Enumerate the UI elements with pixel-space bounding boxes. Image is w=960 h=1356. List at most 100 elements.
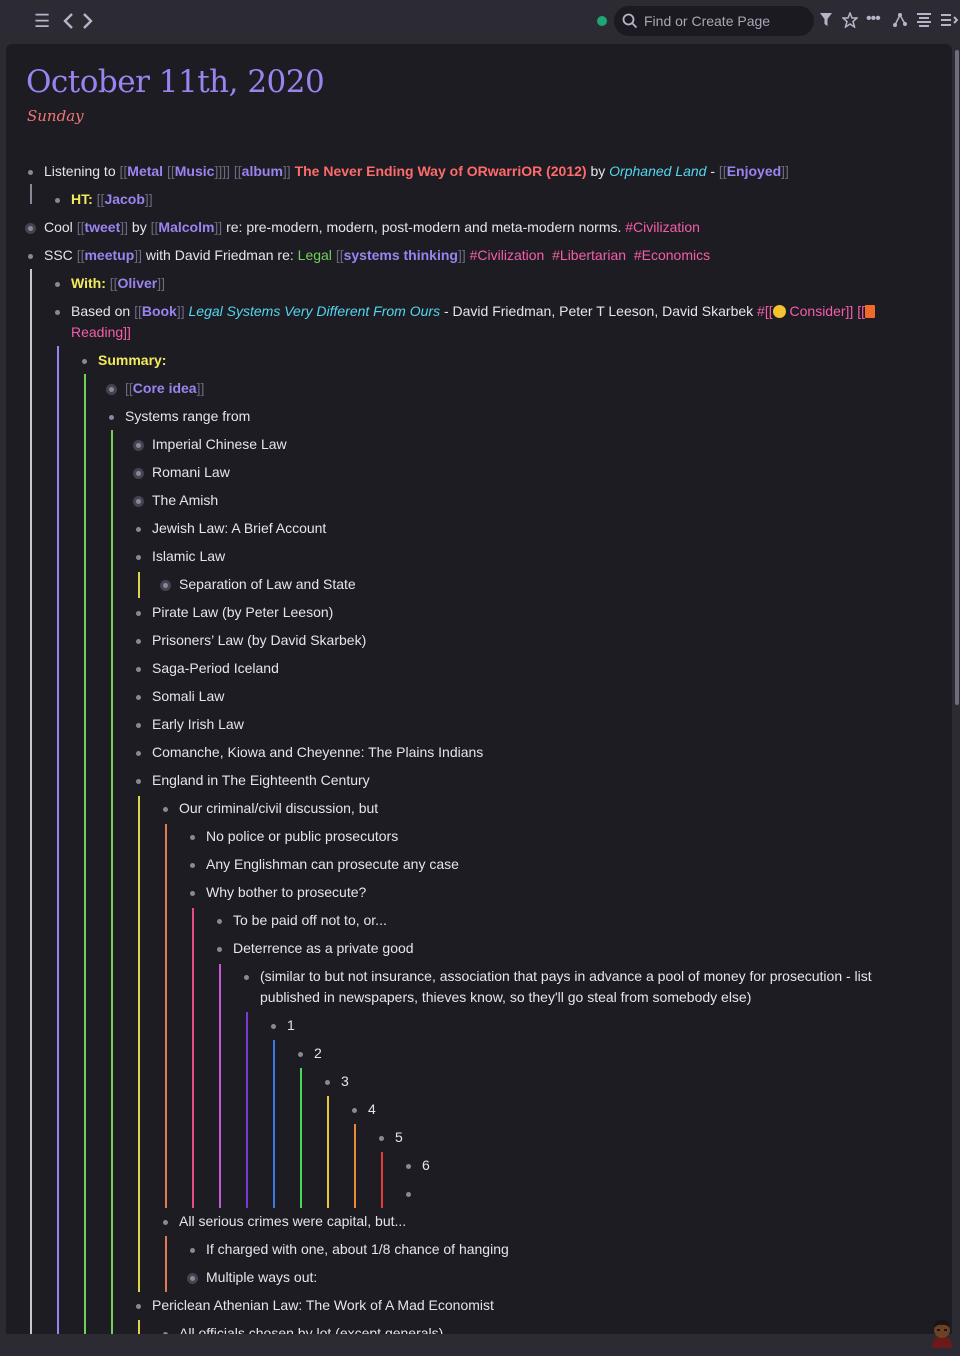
block-bullet[interactable] (190, 1248, 195, 1253)
chevron-right-icon[interactable] (82, 12, 94, 30)
list-item[interactable]: 5 (395, 1127, 403, 1148)
block-bullet[interactable] (136, 723, 141, 728)
block-bullet[interactable] (136, 611, 141, 616)
list-item[interactable]: If charged with one, about 1/8 chance of… (206, 1239, 509, 1260)
star-icon[interactable] (842, 12, 858, 28)
block-bullet[interactable] (55, 198, 60, 203)
page-ref[interactable]: Oliver (118, 275, 158, 291)
list-item[interactable]: Somali Law (152, 686, 224, 707)
list-item[interactable]: Romani Law (152, 462, 230, 483)
menu-icon[interactable]: ☰ (34, 12, 50, 30)
tag[interactable]: #Civilization (470, 247, 545, 263)
block-bullet[interactable] (136, 779, 141, 784)
tag[interactable]: Reading (71, 324, 123, 340)
block-bullet-collapsed[interactable] (136, 443, 141, 448)
block-bullet-collapsed[interactable] (136, 499, 141, 504)
block-summary[interactable]: Summary: (98, 350, 166, 371)
block-bullet[interactable] (244, 975, 249, 980)
block-bullet-collapsed[interactable] (190, 1276, 195, 1281)
list-item[interactable]: Imperial Chinese Law (152, 434, 287, 455)
list-item[interactable]: 6 (422, 1155, 430, 1176)
block-bullet[interactable] (406, 1164, 411, 1169)
block-based-on[interactable]: Based on [[Book]] Legal Systems Very Dif… (71, 301, 901, 343)
page-ref[interactable]: Metal (127, 163, 167, 179)
block-core-idea[interactable]: [[Core idea]] (125, 378, 204, 399)
page-title[interactable]: October 11th, 2020 (26, 64, 325, 100)
list-item[interactable]: Prisoners’ Law (by David Skarbek) (152, 630, 366, 651)
filter-icon[interactable] (820, 13, 832, 27)
list-item[interactable]: Any Englishman can prosecute any case (206, 854, 459, 875)
block-bullet[interactable] (136, 555, 141, 560)
block-bullet[interactable] (109, 415, 114, 420)
list-item[interactable]: The Amish (152, 490, 218, 511)
block-ssc-meetup[interactable]: SSC [[meetup]] with David Friedman re: L… (44, 245, 710, 266)
block-with[interactable]: With: [[Oliver]] (71, 273, 165, 294)
list-item[interactable]: Multiple ways out: (206, 1267, 317, 1288)
block-bullet-collapsed[interactable] (136, 471, 141, 476)
block-bullet[interactable] (136, 639, 141, 644)
block-bullet[interactable] (82, 359, 87, 364)
block-bullet[interactable] (136, 527, 141, 532)
list-item[interactable]: Our criminal/civil discussion, but (179, 798, 378, 819)
list-item[interactable]: (similar to but not insurance, associati… (260, 966, 910, 1008)
block-ht[interactable]: HT: [[Jacob]] (71, 189, 153, 210)
block-bullet[interactable] (55, 282, 60, 287)
list-item[interactable]: Why bother to prosecute? (206, 882, 366, 903)
page-ref[interactable]: Jacob (104, 191, 144, 207)
block-bullet[interactable] (163, 807, 168, 812)
page-ref[interactable]: Book (142, 303, 177, 319)
list-item[interactable]: 3 (341, 1071, 349, 1092)
list-item[interactable]: Pirate Law (by Peter Leeson) (152, 602, 333, 623)
block-bullet-collapsed[interactable] (163, 583, 168, 588)
block-bullet[interactable] (163, 1220, 168, 1225)
block-bullet[interactable] (190, 891, 195, 896)
tag[interactable]: #Economics (634, 247, 710, 263)
list-item[interactable]: Saga-Period Iceland (152, 658, 279, 679)
tag[interactable]: #Civilization (625, 219, 700, 235)
list-item[interactable]: Deterrence as a private good (233, 938, 414, 959)
block-bullet[interactable] (190, 863, 195, 868)
block-bullet[interactable] (28, 170, 33, 175)
block-bullet[interactable] (379, 1136, 384, 1141)
list-item[interactable]: All serious crimes were capital, but... (179, 1211, 406, 1232)
block-cool-tweet[interactable]: Cool [[tweet]] by [[Malcolm]] re: pre-mo… (44, 217, 700, 238)
tag[interactable]: Consider (790, 303, 846, 319)
block-bullet[interactable] (28, 254, 33, 259)
scrollbar[interactable] (955, 50, 959, 705)
page-ref[interactable]: Enjoyed (727, 163, 781, 179)
list-item[interactable]: To be paid off not to, or... (233, 910, 387, 931)
list-item[interactable]: Islamic Law (152, 546, 225, 567)
block-systems-range[interactable]: Systems range from (125, 406, 250, 427)
list-item[interactable]: 1 (287, 1015, 295, 1036)
list-item[interactable]: Comanche, Kiowa and Cheyenne: The Plains… (152, 742, 483, 763)
tag[interactable]: #Libertarian (552, 247, 626, 263)
block-bullet[interactable] (136, 695, 141, 700)
block-bullet-collapsed[interactable] (109, 387, 114, 392)
more-icon[interactable]: ••• (866, 10, 881, 28)
block-bullet[interactable] (217, 919, 222, 924)
list-item[interactable]: Early Irish Law (152, 714, 244, 735)
page-ref[interactable]: album (242, 163, 283, 179)
page-ref[interactable]: systems thinking (344, 247, 458, 263)
list-item[interactable]: Jewish Law: A Brief Account (152, 518, 326, 539)
avatar-icon[interactable] (928, 1318, 956, 1348)
list-item[interactable]: No police or public prosecutors (206, 826, 398, 847)
list-item[interactable]: Separation of Law and State (179, 574, 356, 595)
block-bullet[interactable] (406, 1192, 411, 1197)
sidebar-icon[interactable] (940, 12, 958, 28)
search-input[interactable]: Find or Create Page (614, 6, 814, 36)
list-item[interactable]: Periclean Athenian Law: The Work of A Ma… (152, 1295, 494, 1316)
block-bullet[interactable] (55, 310, 60, 315)
block-bullet[interactable] (271, 1024, 276, 1029)
chevron-left-icon[interactable] (62, 12, 74, 30)
page-ref[interactable]: Music (175, 163, 215, 179)
block-bullet[interactable] (325, 1080, 330, 1085)
block-bullet[interactable] (217, 947, 222, 952)
page-ref[interactable]: Core idea (133, 380, 197, 396)
block-listening[interactable]: Listening to [[Metal [[Music]]]] [[album… (44, 161, 789, 182)
block-bullet[interactable] (136, 1304, 141, 1309)
list-item[interactable]: England in The Eighteenth Century (152, 770, 370, 791)
page-ref[interactable]: Malcolm (158, 219, 214, 235)
list-item[interactable]: 2 (314, 1043, 322, 1064)
page-ref[interactable]: tweet (84, 219, 120, 235)
